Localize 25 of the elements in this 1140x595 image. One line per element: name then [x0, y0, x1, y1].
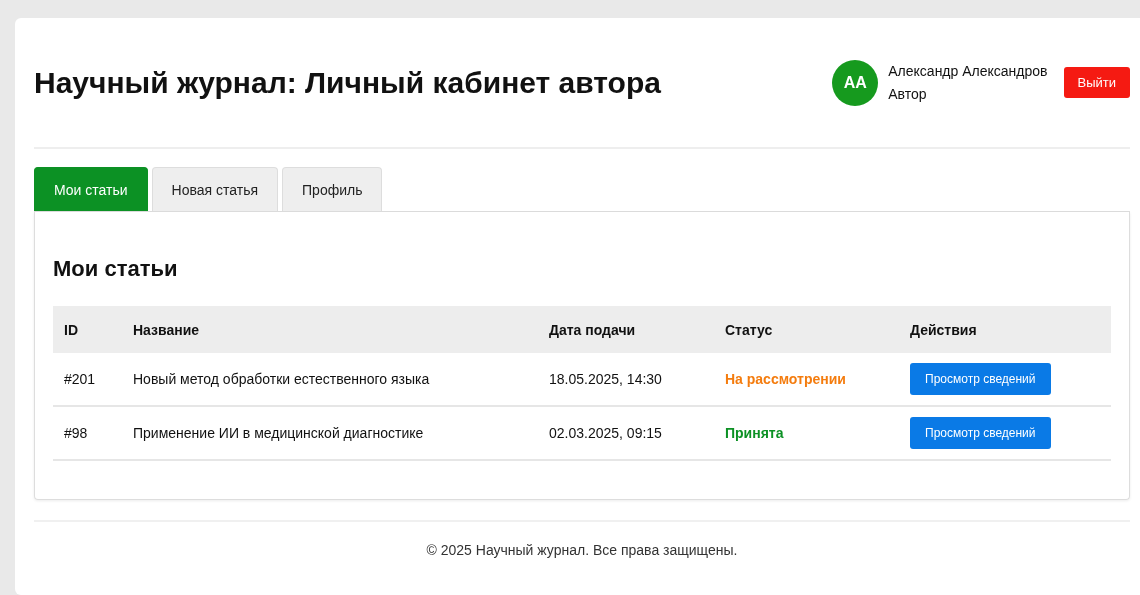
tab[interactable]: Мои статьи — [34, 167, 148, 211]
avatar: АА — [832, 59, 879, 106]
table-cell: #201 — [53, 353, 122, 406]
footer-text: © 2025 Научный журнал. Все права защищены. — [426, 542, 738, 558]
table-cell: #98 — [53, 406, 122, 460]
status-cell: Принята — [714, 406, 899, 460]
view-details-button[interactable]: Просмотр сведений — [910, 417, 1051, 449]
logout-button[interactable]: Выйти — [1063, 67, 1130, 98]
table-cell: Применение ИИ в медицинской диагностике — [122, 406, 538, 460]
column-header: Дата подачи — [538, 306, 714, 353]
tab[interactable]: Профиль — [282, 167, 383, 211]
page-title: Научный журнал: Личный кабинет автора — [34, 65, 661, 100]
user-role: Автор — [888, 86, 928, 102]
section-heading: Мои статьи — [53, 256, 179, 282]
status-cell: На рассмотрении — [714, 353, 899, 406]
column-header: Действия — [899, 306, 1111, 353]
column-header: ID — [53, 306, 122, 353]
column-header: Название — [122, 306, 538, 353]
table-cell: 18.05.2025, 14:30 — [538, 353, 714, 406]
table-cell: Новый метод обработки естественного языка — [122, 353, 538, 406]
table-cell: 02.03.2025, 09:15 — [538, 406, 714, 460]
tab[interactable]: Новая статья — [151, 167, 279, 211]
column-header: Статус — [714, 306, 899, 353]
view-details-button[interactable]: Просмотр сведений — [910, 363, 1051, 395]
user-name: Александр Александров — [888, 63, 1048, 79]
